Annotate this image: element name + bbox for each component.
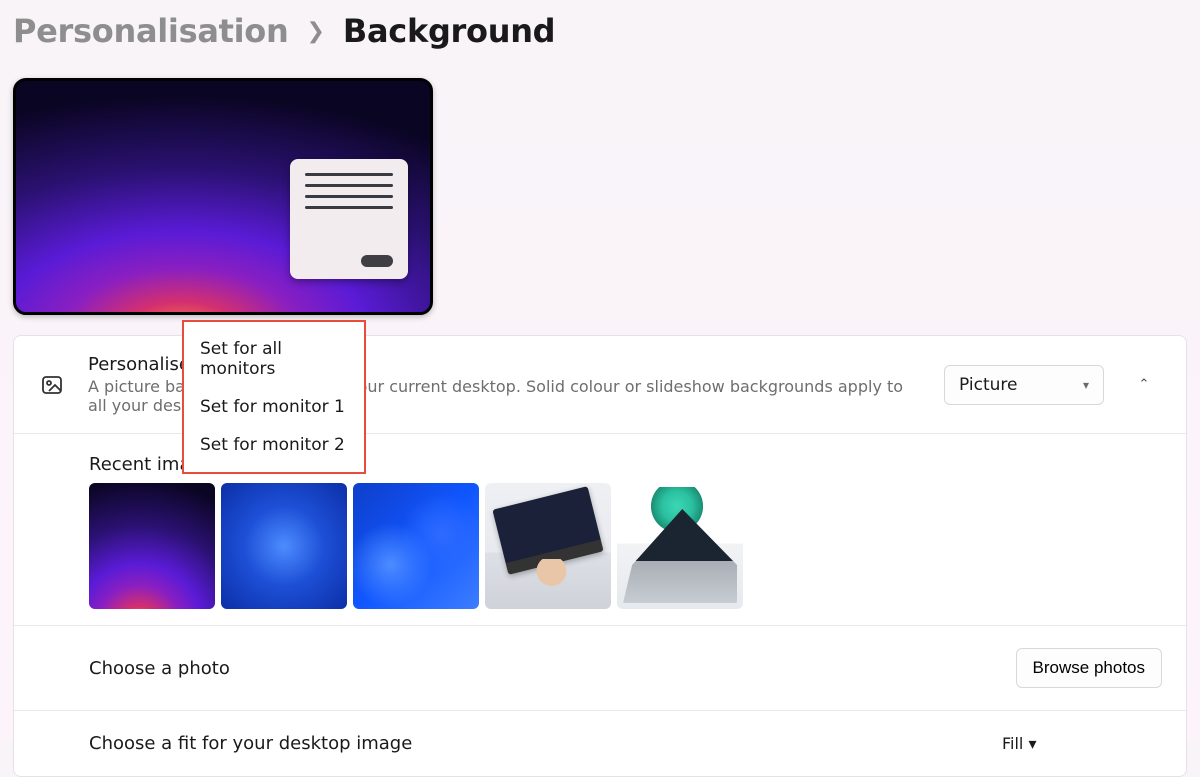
- breadcrumb: Personalisation ❯ Background: [13, 8, 1187, 54]
- chevron-down-icon: ▾: [1028, 734, 1036, 753]
- recent-image-thumb[interactable]: [485, 483, 611, 609]
- context-menu-item-monitor-2[interactable]: Set for monitor 2: [186, 426, 362, 464]
- desktop-preview: [13, 78, 433, 315]
- background-type-select[interactable]: Picture ▾: [944, 365, 1104, 405]
- preview-window-mockup: [290, 159, 408, 279]
- recent-image-thumb[interactable]: [89, 483, 215, 609]
- collapse-toggle[interactable]: ⌃: [1126, 367, 1162, 403]
- chevron-right-icon: ❯: [306, 19, 324, 44]
- recent-images-thumbs: [14, 483, 1186, 625]
- fit-select-value: Fill: [1002, 734, 1023, 753]
- chevron-down-icon: ▾: [1083, 378, 1089, 392]
- breadcrumb-parent[interactable]: Personalisation: [13, 12, 288, 50]
- browse-photos-button[interactable]: Browse photos: [1016, 648, 1162, 688]
- fit-select[interactable]: Fill ▾: [1002, 734, 1162, 753]
- breadcrumb-current: Background: [343, 12, 555, 50]
- context-menu-item-monitor-1[interactable]: Set for monitor 1: [186, 388, 362, 426]
- choose-photo-row: Choose a photo Browse photos: [14, 625, 1186, 710]
- choose-fit-label: Choose a fit for your desktop image: [89, 733, 412, 754]
- choose-fit-row: Choose a fit for your desktop image Fill…: [14, 710, 1186, 776]
- background-type-value: Picture: [959, 375, 1017, 395]
- recent-image-thumb[interactable]: [353, 483, 479, 609]
- recent-image-thumb[interactable]: [617, 483, 743, 609]
- thumbnail-context-menu: Set for all monitors Set for monitor 1 S…: [182, 320, 366, 474]
- recent-image-thumb[interactable]: [221, 483, 347, 609]
- context-menu-item-all-monitors[interactable]: Set for all monitors: [186, 330, 362, 388]
- choose-photo-label: Choose a photo: [89, 658, 230, 679]
- recent-images-section: Recent images Choose a photo Browse phot…: [14, 434, 1186, 776]
- picture-icon: [38, 373, 66, 397]
